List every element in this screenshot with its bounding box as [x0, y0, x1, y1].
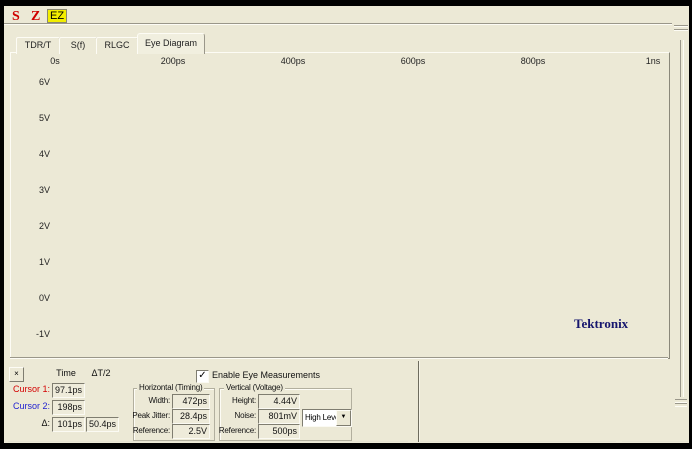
width-field[interactable]: 472ps: [172, 394, 210, 409]
y-tick-2v: 2V: [24, 221, 50, 232]
vertical-voltage-title: Vertical (Voltage): [224, 383, 285, 392]
y-tick-3v: 3V: [24, 185, 50, 196]
v-reference-field[interactable]: 500ps: [258, 424, 300, 439]
noise-field[interactable]: 801mV: [258, 409, 300, 424]
chevron-down-icon[interactable]: ▼: [336, 410, 351, 426]
window-bottom-edge2: [420, 441, 616, 442]
h-reference-label: Reference:: [128, 424, 170, 437]
y-tick-5v: 5V: [24, 113, 50, 124]
panel-divider-highlight: [10, 358, 668, 359]
close-panel-button[interactable]: ×: [9, 367, 24, 382]
cursor1-label: Cursor 1:: [8, 383, 50, 396]
tektronix-logo: Tektronix: [574, 316, 628, 332]
window-bottom-edge3: [622, 441, 688, 442]
y-tick-1v: 1V: [24, 257, 50, 268]
height-label: Height:: [214, 394, 256, 407]
x-tick-400ps: 400ps: [273, 56, 313, 66]
eye-diagram-canvas[interactable]: [0, 0, 692, 449]
x-tick-600ps: 600ps: [393, 56, 433, 66]
cursor2-label: Cursor 2:: [8, 400, 50, 413]
width-label: Width:: [128, 394, 170, 407]
peak-jitter-label: Peak Jitter:: [128, 409, 170, 422]
x-tick-200ps: 200ps: [153, 56, 193, 66]
cursor1-time-field[interactable]: 97.1ps: [52, 383, 85, 398]
delta-time-field[interactable]: 101ps: [52, 417, 85, 432]
h-reference-field[interactable]: 2.5V: [172, 424, 210, 439]
time-column-header: Time: [48, 368, 84, 378]
app-window: { "toolbar": { "icons": [ {"label": "S"}…: [0, 0, 692, 449]
peak-jitter-field[interactable]: 28.4ps: [172, 409, 210, 424]
tab-eye-diagram[interactable]: Eye Diagram: [137, 33, 205, 54]
cursor2-time-field[interactable]: 198ps: [52, 400, 85, 415]
window-bottom-edge: [8, 441, 408, 442]
enable-eye-measurements-checkbox[interactable]: ✓: [196, 370, 209, 383]
y-tick-0v: 0V: [24, 293, 50, 304]
noise-label: Noise:: [214, 409, 256, 422]
y-tick-4v: 4V: [24, 149, 50, 160]
bottom-pane-divider-highlight: [419, 361, 420, 442]
x-tick-1ns: 1ns: [633, 56, 673, 66]
x-tick-0s: 0s: [35, 56, 75, 66]
y-tick-neg1v: -1V: [24, 329, 50, 340]
y-tick-6v: 6V: [24, 77, 50, 88]
enable-eye-measurements-label[interactable]: Enable Eye Measurements: [212, 370, 320, 380]
dt2-column-header: ΔT/2: [84, 368, 118, 378]
height-field[interactable]: 4.44V: [258, 394, 300, 409]
v-reference-label: Reference:: [214, 424, 256, 437]
delta-label: Δ:: [8, 417, 50, 430]
x-tick-800ps: 800ps: [513, 56, 553, 66]
horizontal-timing-title: Horizontal (Timing): [137, 383, 204, 392]
delta-dt2-field[interactable]: 50.4ps: [86, 417, 119, 432]
noise-level-dropdown[interactable]: High Level ▼: [302, 409, 352, 427]
